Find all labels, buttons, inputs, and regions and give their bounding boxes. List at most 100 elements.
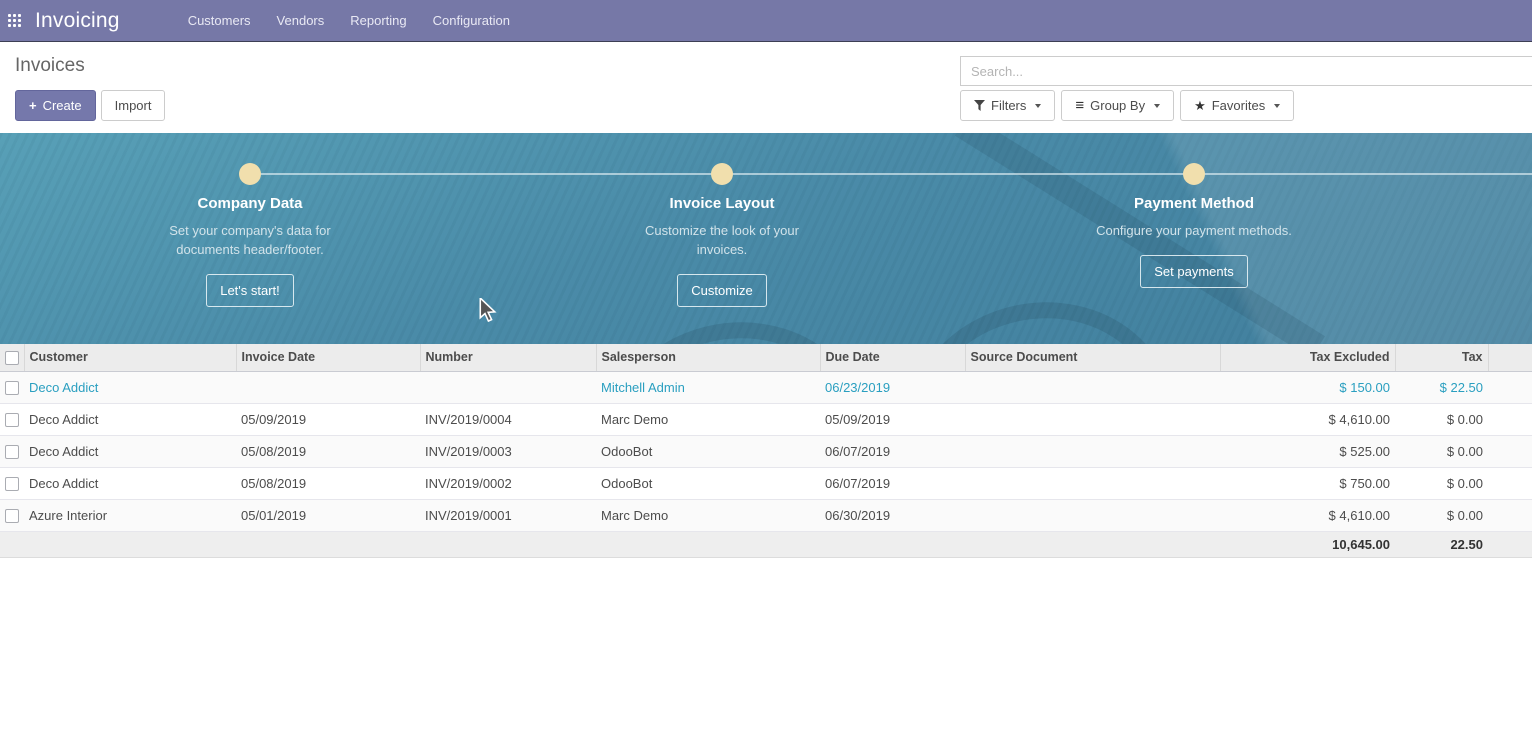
row-checkbox[interactable] xyxy=(5,509,19,523)
cell-source-document[interactable] xyxy=(965,403,1220,435)
cell-tax-excluded[interactable]: $ 4,610.00 xyxy=(1220,403,1395,435)
cell-source-document[interactable] xyxy=(965,435,1220,467)
nav-item-configuration[interactable]: Configuration xyxy=(420,0,523,42)
invoice-row[interactable]: Azure Interior 05/01/2019 INV/2019/0001 … xyxy=(0,499,1532,531)
step-dot-company-data xyxy=(239,163,261,185)
cell-filler xyxy=(1488,371,1532,403)
create-button[interactable]: + Create xyxy=(15,90,96,121)
row-checkbox[interactable] xyxy=(5,445,19,459)
favorites-dropdown[interactable]: ★ Favorites xyxy=(1180,90,1294,121)
row-checkbox[interactable] xyxy=(5,413,19,427)
cell-invoice-date[interactable]: 05/08/2019 xyxy=(236,467,420,499)
cell-tax[interactable]: $ 0.00 xyxy=(1395,499,1488,531)
select-all-checkbox[interactable] xyxy=(5,351,19,365)
column-header-invoice-date[interactable]: Invoice Date xyxy=(236,344,420,371)
cell-customer[interactable]: Deco Addict xyxy=(24,371,236,403)
invoice-table: Customer Invoice Date Number Salesperson… xyxy=(0,344,1532,558)
invoice-row[interactable]: Deco Addict Mitchell Admin 06/23/2019 $ … xyxy=(0,371,1532,403)
onboarding-step-company-data: Company Data Set your company's data for… xyxy=(100,195,400,307)
set-payments-button[interactable]: Set payments xyxy=(1140,255,1248,288)
step-title: Company Data xyxy=(100,195,400,212)
cell-customer[interactable]: Deco Addict xyxy=(24,467,236,499)
row-checkbox[interactable] xyxy=(5,381,19,395)
step-dot-payment-method xyxy=(1183,163,1205,185)
column-header-tax-excluded[interactable]: Tax Excluded xyxy=(1220,344,1395,371)
cell-salesperson[interactable]: Marc Demo xyxy=(596,499,820,531)
cell-customer[interactable]: Azure Interior xyxy=(24,499,236,531)
row-checkbox-cell xyxy=(0,499,24,531)
total-tax: 22.50 xyxy=(1395,531,1488,557)
column-header-number[interactable]: Number xyxy=(420,344,596,371)
nav-item-vendors[interactable]: Vendors xyxy=(264,0,338,42)
invoicing-app-window: Invoicing Customers Vendors Reporting Co… xyxy=(0,0,1532,753)
cell-due-date[interactable]: 06/07/2019 xyxy=(820,435,965,467)
column-header-tax[interactable]: Tax xyxy=(1395,344,1488,371)
filter-funnel-icon xyxy=(974,100,985,111)
filters-dropdown[interactable]: Filters xyxy=(960,90,1055,121)
group-by-dropdown[interactable]: ≡ Group By xyxy=(1061,90,1174,121)
onboarding-step-payment-method: Payment Method Configure your payment me… xyxy=(1024,195,1364,288)
column-header-customer[interactable]: Customer xyxy=(24,344,236,371)
cell-customer[interactable]: Deco Addict xyxy=(24,403,236,435)
cell-salesperson[interactable]: OdooBot xyxy=(596,467,820,499)
cell-tax-excluded[interactable]: $ 150.00 xyxy=(1220,371,1395,403)
row-checkbox-cell xyxy=(0,371,24,403)
group-by-label: Group By xyxy=(1090,99,1145,112)
cell-tax-excluded[interactable]: $ 525.00 xyxy=(1220,435,1395,467)
cell-salesperson[interactable]: OdooBot xyxy=(596,435,820,467)
cell-invoice-date[interactable]: 05/01/2019 xyxy=(236,499,420,531)
table-header-row: Customer Invoice Date Number Salesperson… xyxy=(0,344,1532,371)
step-title: Payment Method xyxy=(1024,195,1364,212)
nav-item-customers[interactable]: Customers xyxy=(175,0,264,42)
cell-due-date[interactable]: 06/07/2019 xyxy=(820,467,965,499)
totals-empty xyxy=(24,531,236,557)
cell-number[interactable] xyxy=(420,371,596,403)
column-header-salesperson[interactable]: Salesperson xyxy=(596,344,820,371)
cell-tax-excluded[interactable]: $ 4,610.00 xyxy=(1220,499,1395,531)
invoice-row[interactable]: Deco Addict 05/08/2019 INV/2019/0003 Odo… xyxy=(0,435,1532,467)
invoice-row[interactable]: Deco Addict 05/08/2019 INV/2019/0002 Odo… xyxy=(0,467,1532,499)
step-description: Configure your payment methods. xyxy=(1059,221,1329,240)
cell-number[interactable]: INV/2019/0003 xyxy=(420,435,596,467)
lets-start-button[interactable]: Let's start! xyxy=(206,274,294,307)
column-header-source-document[interactable]: Source Document xyxy=(965,344,1220,371)
cell-tax[interactable]: $ 0.00 xyxy=(1395,403,1488,435)
cell-number[interactable]: INV/2019/0001 xyxy=(420,499,596,531)
search-input[interactable] xyxy=(960,56,1532,86)
cell-customer[interactable]: Deco Addict xyxy=(24,435,236,467)
cell-due-date[interactable]: 05/09/2019 xyxy=(820,403,965,435)
nav-item-reporting[interactable]: Reporting xyxy=(337,0,419,42)
app-brand-invoicing[interactable]: Invoicing xyxy=(35,9,120,33)
onboarding-banner: Company Data Set your company's data for… xyxy=(0,133,1532,344)
chevron-down-icon xyxy=(1154,104,1160,108)
favorites-label: Favorites xyxy=(1212,99,1265,112)
plus-icon: + xyxy=(29,99,37,112)
row-checkbox-cell xyxy=(0,403,24,435)
cell-invoice-date[interactable]: 05/09/2019 xyxy=(236,403,420,435)
row-checkbox[interactable] xyxy=(5,477,19,491)
cell-due-date[interactable]: 06/23/2019 xyxy=(820,371,965,403)
cell-number[interactable]: INV/2019/0004 xyxy=(420,403,596,435)
invoice-row[interactable]: Deco Addict 05/09/2019 INV/2019/0004 Mar… xyxy=(0,403,1532,435)
cell-tax[interactable]: $ 0.00 xyxy=(1395,435,1488,467)
import-button[interactable]: Import xyxy=(101,90,166,121)
cell-source-document[interactable] xyxy=(965,499,1220,531)
invoice-list-view: Customer Invoice Date Number Salesperson… xyxy=(0,344,1532,558)
column-header-filler xyxy=(1488,344,1532,371)
cell-tax[interactable]: $ 0.00 xyxy=(1395,467,1488,499)
cell-invoice-date[interactable] xyxy=(236,371,420,403)
cell-salesperson[interactable]: Mitchell Admin xyxy=(596,371,820,403)
cell-invoice-date[interactable]: 05/08/2019 xyxy=(236,435,420,467)
cell-filler xyxy=(1488,403,1532,435)
chevron-down-icon xyxy=(1035,104,1041,108)
cell-due-date[interactable]: 06/30/2019 xyxy=(820,499,965,531)
cell-tax[interactable]: $ 22.50 xyxy=(1395,371,1488,403)
cell-number[interactable]: INV/2019/0002 xyxy=(420,467,596,499)
cell-source-document[interactable] xyxy=(965,371,1220,403)
column-header-due-date[interactable]: Due Date xyxy=(820,344,965,371)
customize-button[interactable]: Customize xyxy=(677,274,766,307)
apps-grid-icon[interactable] xyxy=(8,14,21,27)
cell-tax-excluded[interactable]: $ 750.00 xyxy=(1220,467,1395,499)
cell-salesperson[interactable]: Marc Demo xyxy=(596,403,820,435)
cell-source-document[interactable] xyxy=(965,467,1220,499)
